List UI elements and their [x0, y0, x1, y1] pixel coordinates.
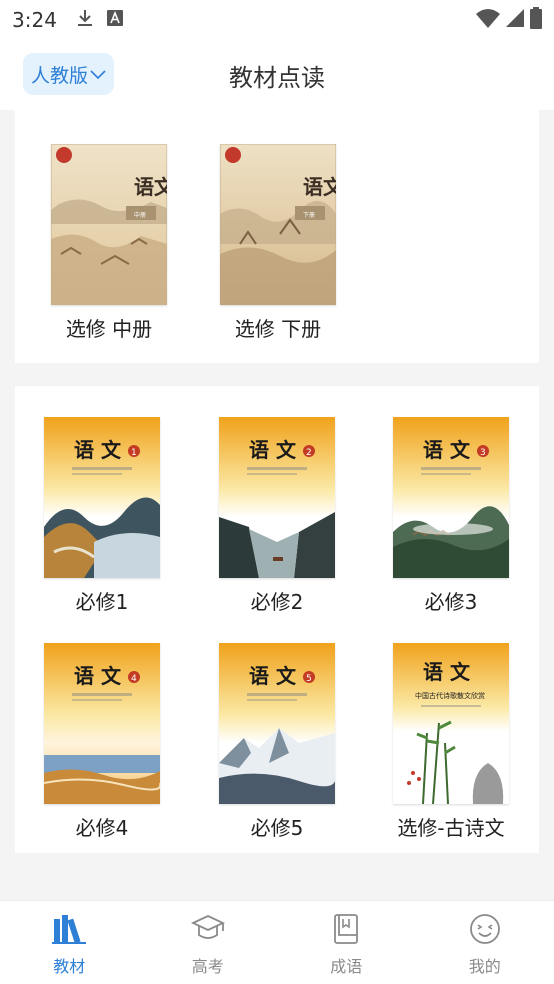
book-item-elective-lower[interactable]: 语文 下册 选修 下册 — [198, 144, 358, 342]
book-cover-elective-poetry: 语 文 中国古代诗歌散文欣赏 — [393, 643, 509, 804]
cover-number: 1 — [131, 448, 137, 458]
book-item-compulsory-4[interactable]: 语 文 4 必修4 — [22, 643, 182, 841]
book-label: 选修 下册 — [234, 317, 322, 341]
book-item-elective-middle[interactable]: 语文 中册 选修 中册 — [29, 144, 189, 342]
nav-label: 高考 — [191, 957, 224, 976]
nav-item-gaokao[interactable]: 高考 — [139, 901, 278, 984]
signal-icon — [506, 9, 524, 31]
book-label: 必修2 — [250, 590, 304, 614]
cover-title: 语文 — [134, 175, 167, 199]
book-item-compulsory-1[interactable]: 语 文 1 必修1 — [22, 417, 182, 615]
book-label: 必修1 — [75, 590, 129, 614]
book-cover-elective-middle: 语文 中册 — [51, 144, 167, 305]
book-label: 必修5 — [250, 816, 304, 840]
nav-label: 教材 — [53, 957, 86, 976]
cover-title: 语文 — [303, 175, 336, 199]
cover-number: 2 — [306, 448, 312, 458]
status-right — [476, 7, 542, 33]
smiley-face-icon — [468, 913, 502, 953]
book-item-compulsory-3[interactable]: 语 文 3 必修3 — [371, 417, 531, 615]
cover-number: 4 — [131, 674, 137, 684]
cover-subtitle: 中国古代诗歌散文欣赏 — [415, 691, 485, 700]
cover-title: 语 文 — [74, 438, 122, 462]
book-cover-compulsory-5: 语 文 5 — [219, 643, 335, 804]
graduation-cap-icon — [190, 913, 225, 953]
book-item-elective-poetry[interactable]: 语 文 中国古代诗歌散文欣赏 选修-古诗文 — [371, 643, 531, 841]
book-cover-elective-lower: 语文 下册 — [220, 144, 336, 305]
nav-label: 我的 — [468, 957, 501, 976]
nav-label: 成语 — [330, 957, 363, 976]
cover-title: 语 文 — [249, 438, 297, 462]
header: 人教版 教材点读 — [0, 40, 554, 110]
book-label: 选修-古诗文 — [397, 816, 505, 840]
cover-number: 3 — [480, 448, 486, 458]
book-cover-compulsory-2: 语 文 2 — [219, 417, 335, 578]
status-bar: 3:24 — [0, 0, 554, 40]
nav-item-idiom[interactable]: 成语 — [277, 901, 416, 984]
cover-title: 语 文 — [423, 660, 471, 684]
book-item-compulsory-2[interactable]: 语 文 2 必修2 — [197, 417, 357, 615]
status-time: 3:24 — [12, 8, 57, 32]
nav-item-mine[interactable]: 我的 — [416, 901, 554, 984]
cover-title: 语 文 — [74, 664, 122, 688]
book-cover-compulsory-4: 语 文 4 — [44, 643, 160, 804]
page-title: 教材点读 — [229, 64, 325, 92]
nav-item-textbook[interactable]: 教材 — [0, 901, 139, 984]
elective-books-card: 语文 中册 选修 中册 语文 下册 选修 下册 — [15, 110, 539, 363]
book-label: 选修 中册 — [65, 317, 153, 341]
download-icon — [77, 9, 93, 31]
book-cover-compulsory-3: 语 文 3 — [393, 417, 509, 578]
battery-icon — [530, 7, 542, 33]
cover-title: 语 文 — [249, 664, 297, 688]
cover-number: 5 — [306, 674, 312, 684]
book-list[interactable]: 语文 中册 选修 中册 语文 下册 选修 下册 语 文 1 必修1 语 文 2 … — [0, 110, 554, 900]
cover-volume: 下册 — [303, 212, 315, 219]
books-icon — [52, 913, 87, 953]
bottom-nav: 教材 高考 成语 我的 — [0, 900, 554, 984]
book-cover-compulsory-1: 语 文 1 — [44, 417, 160, 578]
cover-title: 语 文 — [423, 438, 471, 462]
font-a-icon — [106, 10, 123, 30]
book-label: 必修3 — [424, 590, 478, 614]
wifi-icon — [476, 8, 500, 32]
compulsory-books-card: 语 文 1 必修1 语 文 2 必修2 语 文 3 必修3 语 文 4 必修4 … — [15, 386, 539, 853]
book-label: 必修4 — [75, 816, 129, 840]
book-item-compulsory-5[interactable]: 语 文 5 必修5 — [197, 643, 357, 841]
book-icon — [329, 913, 363, 953]
cover-volume: 中册 — [134, 211, 146, 219]
